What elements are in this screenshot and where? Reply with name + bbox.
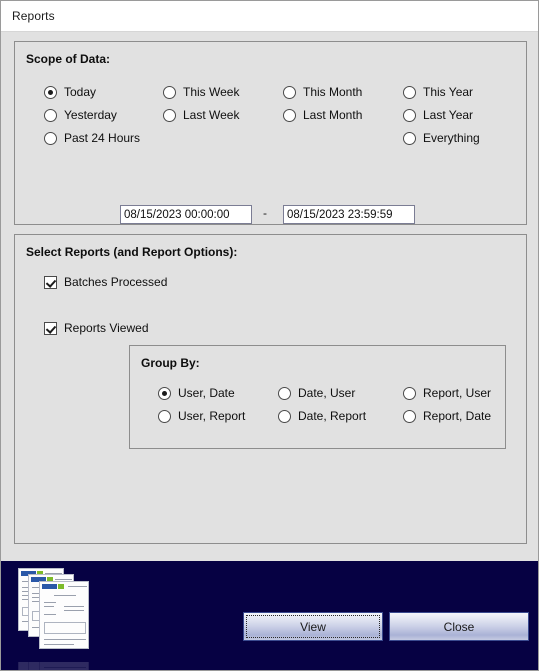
radio-date-report-label: Date, Report (298, 409, 367, 423)
radio-last-month[interactable]: Last Month (283, 108, 362, 122)
radio-this-week[interactable]: This Week (163, 85, 239, 99)
radio-this-year-indicator[interactable] (403, 85, 416, 99)
radio-date-user-label: Date, User (298, 386, 356, 400)
document-stack-reflection (18, 662, 94, 670)
radio-today[interactable]: Today (44, 85, 96, 99)
document-line (64, 610, 84, 611)
date-to-input[interactable] (283, 205, 415, 224)
document-line (44, 639, 86, 640)
dialog-footer: View Close (1, 561, 538, 670)
radio-user-report-indicator[interactable] (158, 409, 171, 423)
document-stack-icon (18, 568, 94, 662)
select-reports-title: Select Reports (and Report Options): (26, 245, 238, 259)
view-button-label: View (300, 619, 326, 634)
radio-yesterday[interactable]: Yesterday (44, 108, 117, 122)
reports-dialog-window: Reports Scope of Data: Today Yesterday P… (0, 0, 539, 671)
close-button[interactable]: Close (389, 612, 529, 641)
radio-date-user[interactable]: Date, User (278, 386, 355, 400)
radio-this-year[interactable]: This Year (403, 85, 473, 99)
radio-user-date-label: User, Date (178, 386, 235, 400)
group-by-title: Group By: (141, 356, 200, 370)
radio-this-month-indicator[interactable] (283, 85, 296, 99)
date-range-separator: - (263, 206, 267, 220)
radio-report-date-indicator[interactable] (403, 409, 416, 423)
radio-last-year[interactable]: Last Year (403, 108, 473, 122)
radio-user-report-label: User, Report (178, 409, 246, 423)
radio-user-report[interactable]: User, Report (158, 409, 245, 423)
checkbox-reports-viewed-label: Reports Viewed (64, 321, 149, 335)
radio-report-user-label: Report, User (423, 386, 492, 400)
radio-date-report[interactable]: Date, Report (278, 409, 366, 423)
title-bar: Reports (1, 1, 538, 32)
radio-yesterday-indicator[interactable] (44, 108, 57, 122)
radio-past-24-hours-label: Past 24 Hours (64, 131, 141, 145)
dialog-client-area: Scope of Data: Today Yesterday Past 24 H… (1, 32, 538, 561)
document-line (54, 595, 76, 596)
document-line (44, 644, 74, 645)
document-line (64, 606, 84, 607)
checkbox-batches-processed-label: Batches Processed (64, 275, 168, 289)
document-line (55, 579, 72, 580)
radio-report-date[interactable]: Report, Date (403, 409, 491, 423)
radio-last-month-label: Last Month (303, 108, 363, 122)
radio-this-week-indicator[interactable] (163, 85, 176, 99)
radio-date-report-indicator[interactable] (278, 409, 291, 423)
radio-today-indicator[interactable] (44, 85, 57, 99)
radio-date-user-indicator[interactable] (278, 386, 291, 400)
radio-last-week-label: Last Week (183, 108, 240, 122)
document-header-badge (42, 584, 57, 589)
radio-last-year-label: Last Year (423, 108, 474, 122)
radio-everything[interactable]: Everything (403, 131, 480, 145)
radio-report-user-indicator[interactable] (403, 386, 416, 400)
radio-this-month-label: This Month (303, 85, 363, 99)
radio-past-24-hours-indicator[interactable] (44, 131, 57, 145)
radio-last-year-indicator[interactable] (403, 108, 416, 122)
radio-today-label: Today (64, 85, 97, 99)
radio-report-date-label: Report, Date (423, 409, 492, 423)
close-button-label: Close (443, 619, 475, 634)
scope-of-data-title: Scope of Data: (26, 52, 111, 66)
document-block (44, 622, 86, 634)
document-line (44, 606, 54, 607)
checkbox-reports-viewed-indicator[interactable] (44, 321, 57, 335)
document-page-front-reflection (39, 662, 89, 670)
document-page-front (39, 581, 89, 649)
checkbox-batches-processed-indicator[interactable] (44, 275, 57, 289)
radio-everything-indicator[interactable] (403, 131, 416, 145)
radio-report-user[interactable]: Report, User (403, 386, 491, 400)
checkbox-batches-processed[interactable]: Batches Processed (44, 275, 167, 289)
radio-last-week[interactable]: Last Week (163, 108, 239, 122)
radio-user-date-indicator[interactable] (158, 386, 171, 400)
document-header-accent (58, 584, 64, 589)
radio-last-month-indicator[interactable] (283, 108, 296, 122)
scope-of-data-groupbox: Scope of Data: Today Yesterday Past 24 H… (14, 41, 527, 225)
document-line (44, 667, 86, 668)
radio-yesterday-label: Yesterday (64, 108, 117, 122)
document-line (68, 586, 87, 587)
date-from-input[interactable] (120, 205, 252, 224)
select-reports-groupbox: Select Reports (and Report Options): Bat… (14, 234, 527, 544)
window-title: Reports (12, 9, 55, 23)
radio-user-date[interactable]: User, Date (158, 386, 235, 400)
radio-past-24-hours[interactable]: Past 24 Hours (44, 131, 140, 145)
document-line (44, 602, 56, 603)
radio-this-week-label: This Week (183, 85, 240, 99)
view-button[interactable]: View (243, 612, 383, 641)
radio-this-year-label: This Year (423, 85, 474, 99)
radio-this-month[interactable]: This Month (283, 85, 362, 99)
document-line (44, 614, 56, 615)
radio-everything-label: Everything (423, 131, 480, 145)
radio-last-week-indicator[interactable] (163, 108, 176, 122)
group-by-groupbox: Group By: User, Date User, Report Date, … (129, 345, 506, 449)
checkbox-reports-viewed[interactable]: Reports Viewed (44, 321, 149, 335)
